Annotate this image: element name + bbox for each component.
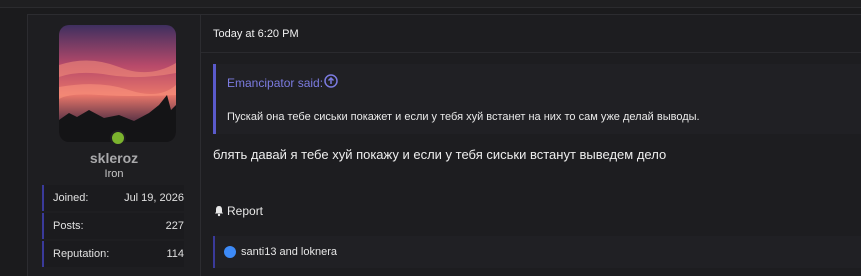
stat-reputation: Reputation: 114 [42, 241, 184, 267]
stat-value: Jul 19, 2026 [124, 192, 184, 204]
quote-text: Пускай она тебе сиськи покажет и если у … [227, 111, 700, 123]
stat-label: Posts: [53, 220, 84, 232]
message-area: Today at 6:20 PM Emancipator said: Пуска… [201, 15, 861, 276]
divider [201, 52, 861, 53]
user-sidebar: skleroz Iron Joined: Jul 19, 2026 Posts:… [28, 15, 201, 276]
user-title: Iron [104, 168, 124, 180]
report-label: Report [227, 204, 264, 218]
stat-value: 227 [165, 220, 184, 232]
stat-label: Reputation: [53, 248, 110, 260]
stat-label: Joined: [53, 192, 89, 204]
stat-value: 114 [166, 248, 184, 260]
stat-joined: Joined: Jul 19, 2026 [42, 185, 184, 211]
previous-post-edge [0, 0, 861, 8]
quote-author[interactable]: Emancipator said: [227, 76, 323, 90]
online-status-indicator [110, 130, 126, 146]
username[interactable]: skleroz [28, 150, 200, 166]
reaction-users[interactable]: santi13 and loknera [241, 246, 337, 258]
post-body: блять давай я тебе хуй покажу и если у т… [213, 147, 667, 162]
avatar-image [59, 25, 176, 142]
avatar[interactable] [59, 25, 176, 142]
stat-posts: Posts: 227 [42, 213, 184, 239]
reactions-bar[interactable]: santi13 and loknera [213, 236, 861, 268]
bell-icon [215, 206, 223, 217]
post-timestamp[interactable]: Today at 6:20 PM [213, 28, 299, 40]
quote-block: Emancipator said: Пускай она тебе сиськи… [213, 64, 861, 134]
post: skleroz Iron Joined: Jul 19, 2026 Posts:… [27, 14, 861, 276]
jump-to-quote-icon[interactable] [324, 74, 338, 88]
thumbs-up-icon [224, 246, 236, 258]
report-link[interactable]: Report [213, 204, 263, 218]
